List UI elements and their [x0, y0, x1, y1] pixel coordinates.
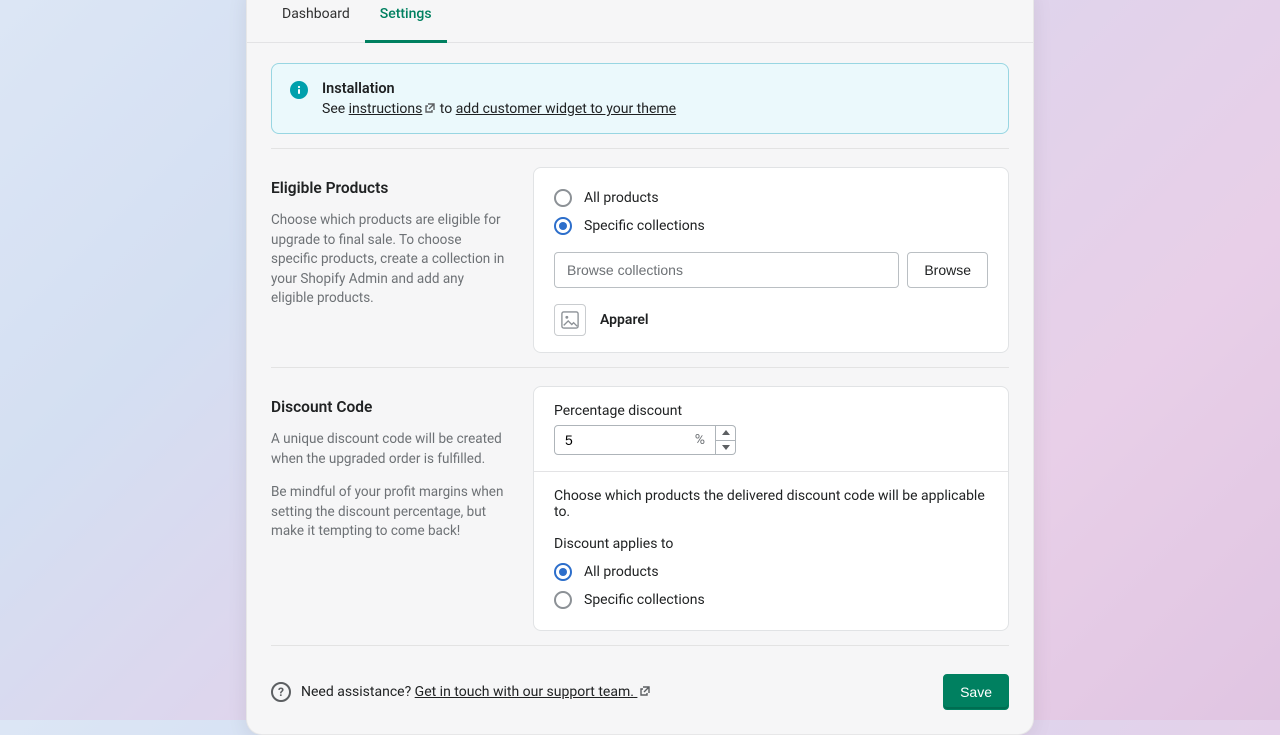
- discount-note: Choose which products the delivered disc…: [554, 488, 988, 520]
- radio-icon: [554, 189, 572, 207]
- collection-name: Apparel: [600, 312, 649, 328]
- save-button[interactable]: Save: [943, 674, 1009, 710]
- help-icon: ?: [271, 682, 291, 702]
- discount-desc2: Be mindful of your profit margins when s…: [271, 483, 505, 542]
- discount-radio-specific[interactable]: Specific collections: [554, 586, 988, 614]
- footer: ? Need assistance? Get in touch with our…: [271, 664, 1009, 710]
- add-widget-link[interactable]: add customer widget to your theme: [456, 101, 676, 117]
- radio-icon: [554, 563, 572, 581]
- stepper-up[interactable]: [716, 426, 735, 441]
- radio-icon: [554, 591, 572, 609]
- discount-heading: Discount Code: [271, 398, 505, 416]
- tabs: Dashboard Settings: [247, 0, 1033, 43]
- applies-label: Discount applies to: [554, 536, 988, 552]
- number-stepper: [716, 425, 736, 455]
- eligible-heading: Eligible Products: [271, 179, 505, 197]
- browse-button[interactable]: Browse: [907, 252, 988, 288]
- tab-dashboard[interactable]: Dashboard: [267, 0, 365, 43]
- percent-label: Percentage discount: [554, 403, 988, 419]
- radio-icon: [554, 217, 572, 235]
- banner-title: Installation: [322, 80, 676, 97]
- browse-collections-input[interactable]: [554, 252, 899, 288]
- discount-radio-all[interactable]: All products: [554, 558, 988, 586]
- support-link[interactable]: Get in touch with our support team.: [415, 684, 652, 700]
- help-text: Need assistance? Get in touch with our s…: [301, 684, 651, 700]
- divider: [271, 645, 1009, 646]
- percent-input[interactable]: [565, 432, 695, 448]
- divider: [271, 367, 1009, 368]
- instructions-link[interactable]: instructions: [349, 101, 437, 117]
- stepper-down[interactable]: [716, 441, 735, 455]
- eligible-desc: Choose which products are eligible for u…: [271, 211, 505, 309]
- selected-collection-row: Apparel: [554, 304, 988, 336]
- external-link-icon: [639, 685, 651, 697]
- installation-banner: Installation See instructions to add cus…: [271, 63, 1009, 134]
- discount-code-section: Discount Code A unique discount code wil…: [271, 386, 1009, 631]
- banner-text: See instructions to add customer widget …: [322, 101, 676, 117]
- eligible-products-section: Eligible Products Choose which products …: [271, 167, 1009, 353]
- image-placeholder-icon: [554, 304, 586, 336]
- tab-settings[interactable]: Settings: [365, 0, 447, 43]
- settings-card: Dashboard Settings Installation See inst…: [246, 0, 1034, 735]
- divider: [271, 148, 1009, 149]
- discount-desc1: A unique discount code will be created w…: [271, 430, 505, 469]
- eligible-radio-all[interactable]: All products: [554, 184, 988, 212]
- info-icon: [290, 81, 308, 99]
- percent-sign: %: [695, 432, 705, 448]
- eligible-radio-specific[interactable]: Specific collections: [554, 212, 988, 240]
- external-link-icon: [424, 102, 436, 114]
